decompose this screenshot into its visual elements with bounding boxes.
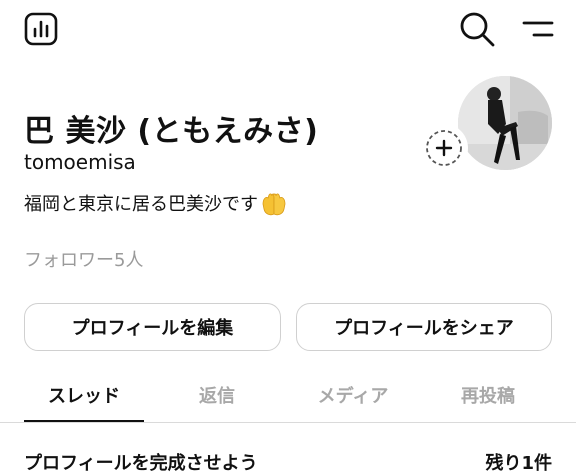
search-icon[interactable] [458,10,496,48]
complete-profile-title: プロフィールを完成させよう [24,453,258,474]
avatar[interactable] [458,76,552,170]
tab-divider [0,422,576,423]
bar-chart-icon[interactable] [24,12,58,46]
top-bar [0,0,576,58]
profile-tabs: スレッド 返信 メディア 再投稿 [0,372,576,424]
raised-hands-icon [262,193,286,216]
avatar-photo [458,76,552,170]
tab-replies[interactable]: 返信 [145,382,289,408]
remaining-count: 残り1件 [485,453,552,474]
profile-handle: tomoemisa [24,150,136,174]
menu-icon[interactable] [520,14,556,44]
profile-bio-text: 福岡と東京に居る巴美沙です [24,194,258,215]
edit-profile-button[interactable]: プロフィールを編集 [24,303,281,351]
add-profile-photo-icon[interactable] [418,122,470,174]
profile-name: 巴 美沙 (ともえみさ) [24,114,319,149]
followers-count[interactable]: フォロワー5人 [24,246,143,272]
share-profile-button[interactable]: プロフィールをシェア [296,303,552,351]
tab-reposts[interactable]: 再投稿 [416,382,560,408]
profile-bio: 福岡と東京に居る巴美沙です [24,190,288,218]
tab-media[interactable]: メディア [281,382,425,408]
tab-threads[interactable]: スレッド [12,382,156,408]
